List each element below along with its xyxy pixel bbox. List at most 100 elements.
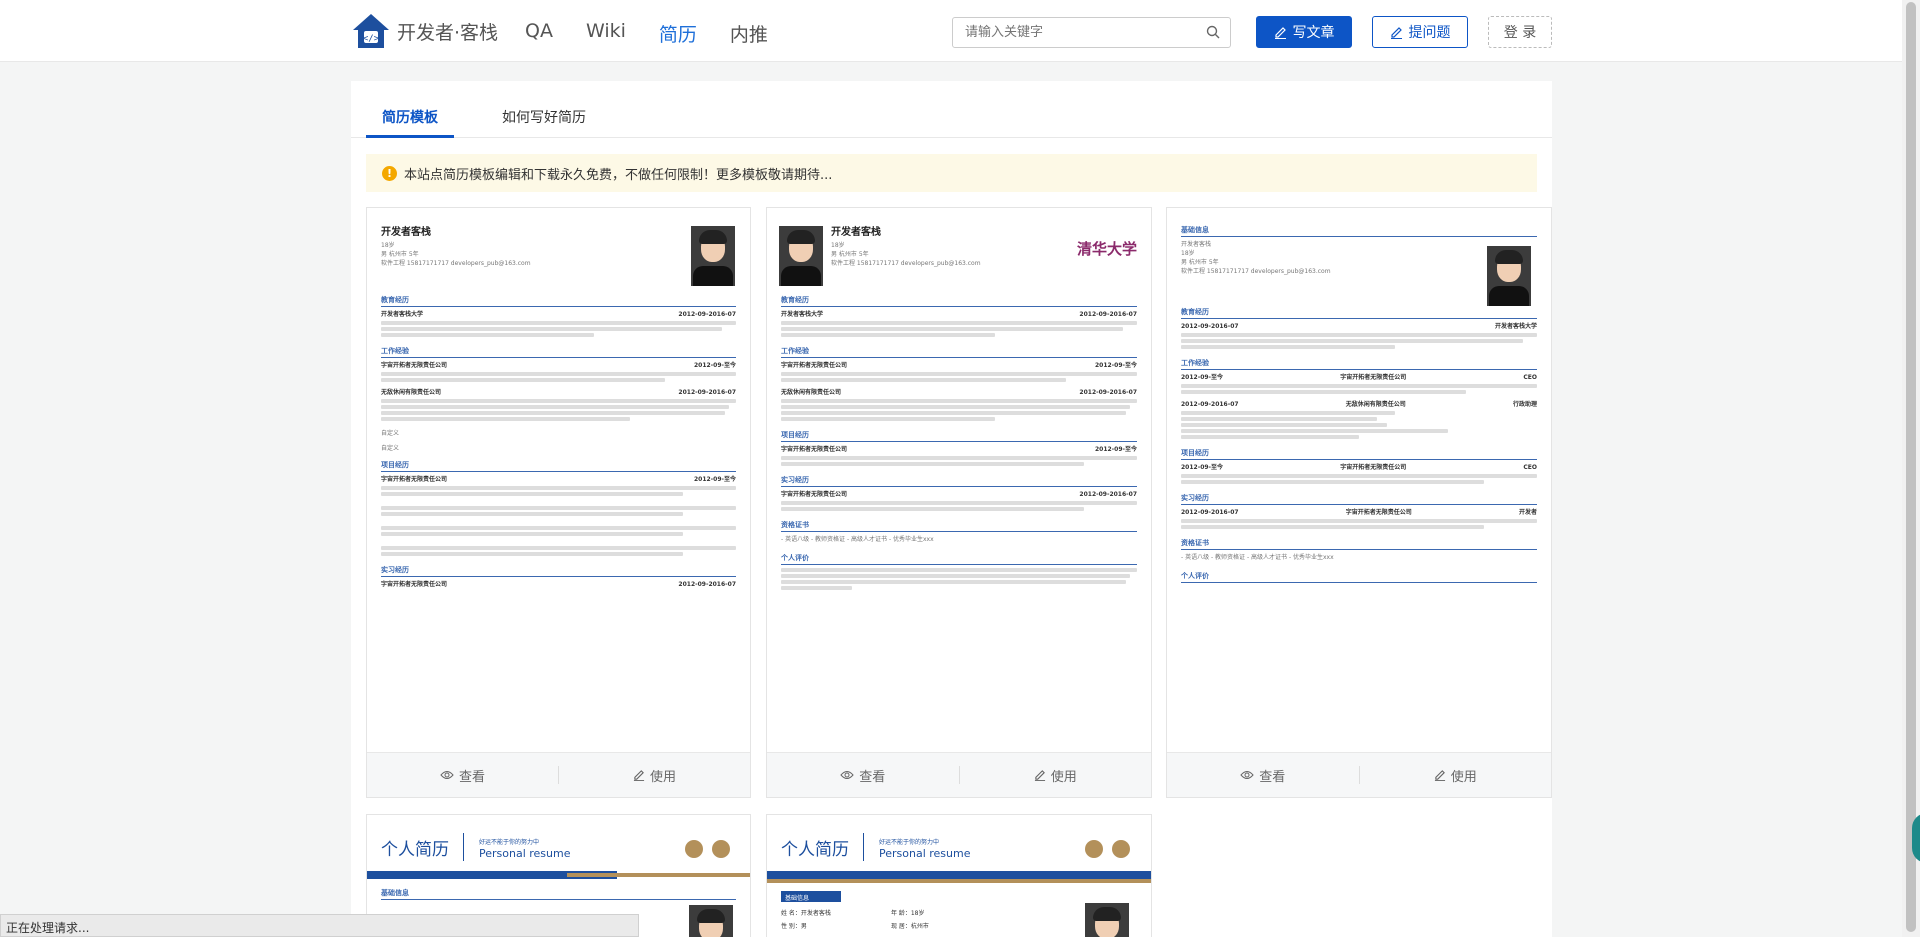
use-button[interactable]: 使用 bbox=[559, 766, 750, 785]
card-actions: 查看 使用 bbox=[1167, 752, 1551, 797]
document-icon bbox=[685, 840, 703, 858]
section-evaluation: 个人评价 bbox=[1181, 572, 1537, 583]
gender-label: 性 别： bbox=[781, 923, 801, 930]
use-button[interactable]: 使用 bbox=[1360, 766, 1552, 785]
school-date: 2012-09-2016-07 bbox=[1079, 311, 1137, 318]
custom-label: 自定义 bbox=[381, 430, 400, 437]
view-button[interactable]: 查看 bbox=[1167, 766, 1359, 785]
personal-resume-title: 个人简历 bbox=[781, 840, 849, 860]
resume-preview-1[interactable]: 开发者客栈 18岁 男 杭州市 5年 软件工程 15817171717 deve… bbox=[367, 208, 750, 752]
nav-referral[interactable]: 内推 bbox=[730, 20, 768, 47]
company-name: 字宙开拓者无限责任公司 bbox=[1340, 464, 1407, 471]
nav-wiki[interactable]: Wiki bbox=[586, 20, 626, 47]
view-label: 查看 bbox=[458, 769, 485, 785]
ask-question-label: 提问题 bbox=[1408, 25, 1451, 41]
use-label: 使用 bbox=[1450, 769, 1477, 785]
section-project: 项目经历 bbox=[781, 431, 1137, 442]
custom-label: 自定义 bbox=[381, 445, 400, 452]
active-tab-indicator bbox=[366, 135, 454, 138]
resume-name: 开发者客栈 bbox=[1181, 241, 1212, 248]
company-date: 2012-09-至今 bbox=[1181, 464, 1224, 471]
name-value: 开发者客栈 bbox=[800, 910, 831, 917]
section-education: 教育经历 bbox=[1181, 308, 1537, 319]
avatar bbox=[1085, 903, 1129, 937]
floating-help-button[interactable] bbox=[1912, 813, 1920, 863]
role: CEO bbox=[1523, 374, 1537, 381]
ask-question-button[interactable]: 提问题 bbox=[1372, 16, 1468, 48]
search-box bbox=[952, 17, 1231, 48]
company-name: 字宙开拓者无限责任公司 bbox=[381, 581, 448, 588]
company-date: 2012-09-2016-07 bbox=[678, 581, 736, 588]
personal-resume-subtitle: Personal resume bbox=[879, 847, 971, 860]
svg-text:</>: </> bbox=[363, 34, 380, 44]
school-date: 2012-09-2016-07 bbox=[678, 311, 736, 318]
company-date: 2012-09-至今 bbox=[1094, 362, 1137, 369]
company-name: 字宙开拓者无限责任公司 bbox=[1340, 374, 1407, 381]
tab-how-to-write[interactable]: 如何写好简历 bbox=[502, 107, 586, 127]
company-name: 字宙开拓者无限责任公司 bbox=[781, 362, 848, 369]
gold-band bbox=[567, 873, 750, 877]
login-button[interactable]: 登 录 bbox=[1488, 16, 1552, 48]
company-name: 字宙开拓者无限责任公司 bbox=[781, 491, 848, 498]
school-name: 开发者客栈大学 bbox=[1494, 323, 1537, 330]
company-date: 2012-09-2016-07 bbox=[1079, 491, 1137, 498]
company-name: 字宙开拓者无限责任公司 bbox=[381, 476, 448, 483]
company-date: 2012-09-2016-07 bbox=[1181, 401, 1239, 408]
top-header: </> 开发者·客栈 QA Wiki 简历 内推 写文章 提问题 登 录 bbox=[0, 0, 1902, 62]
section-work: 工作经验 bbox=[381, 347, 736, 358]
certs-text: - 英语八级 - 教师资格证 - 高级人才证书 - 优秀毕业生xxx bbox=[1181, 554, 1334, 561]
nav-qa[interactable]: QA bbox=[525, 20, 553, 47]
school-name: 开发者客栈大学 bbox=[381, 311, 424, 318]
resume-card-5: 个人简历 好运不能于你的努力中 Personal resume 基础信息 姓 名… bbox=[766, 814, 1152, 937]
eye-icon bbox=[440, 771, 454, 779]
scrollbar-thumb[interactable] bbox=[1906, 2, 1916, 932]
company-name: 字宙开拓者无限责任公司 bbox=[381, 362, 448, 369]
notice-banner: ! 本站点简历模板编辑和下载永久免费，不做任何限制！更多模板敬请期待... bbox=[366, 154, 1537, 192]
role: CEO bbox=[1523, 464, 1537, 471]
view-button[interactable]: 查看 bbox=[767, 766, 959, 785]
resume-age: 18岁 bbox=[1181, 250, 1195, 257]
avatar bbox=[691, 226, 735, 286]
search-input[interactable] bbox=[953, 18, 1193, 47]
role: 开发者 bbox=[1518, 509, 1537, 516]
eye-icon bbox=[840, 771, 854, 779]
use-button[interactable]: 使用 bbox=[960, 766, 1152, 785]
section-internship: 实习经历 bbox=[781, 476, 1137, 487]
personal-resume-subtitle: Personal resume bbox=[479, 847, 571, 860]
write-article-button[interactable]: 写文章 bbox=[1256, 16, 1352, 48]
resume-preview-2[interactable]: 开发者客栈 18岁 男 杭州市 5年 软件工程 15817171717 deve… bbox=[767, 208, 1151, 752]
resume-age: 18岁 bbox=[381, 242, 395, 249]
city-value: 杭州市 bbox=[910, 923, 929, 930]
personal-resume-title: 个人简历 bbox=[381, 840, 449, 860]
section-project: 项目经历 bbox=[1181, 449, 1537, 460]
resume-contact: 软件工程 15817171717 developers_pub@163.com bbox=[1181, 268, 1331, 275]
card-actions: 查看 使用 bbox=[767, 752, 1151, 797]
search-icon[interactable] bbox=[1206, 25, 1220, 39]
resume-contact: 软件工程 15817171717 developers_pub@163.com bbox=[381, 260, 531, 267]
view-button[interactable]: 查看 bbox=[367, 766, 558, 785]
settings-icon bbox=[712, 840, 730, 858]
edit-icon bbox=[1274, 26, 1286, 39]
tab-resume-templates[interactable]: 简历模板 bbox=[382, 107, 438, 127]
resume-preview-3[interactable]: 基础信息 开发者客栈 18岁 男 杭州市 5年 软件工程 15817171717… bbox=[1167, 208, 1551, 752]
university-logo: 清华大学 bbox=[1077, 240, 1138, 258]
house-logo-icon: </> bbox=[353, 14, 389, 48]
use-label: 使用 bbox=[1050, 769, 1077, 785]
nav-resume[interactable]: 简历 bbox=[659, 20, 697, 47]
company-name: 字宙开拓者无限责任公司 bbox=[781, 446, 848, 453]
role: 行政助理 bbox=[1512, 401, 1537, 408]
resume-preview-5[interactable]: 个人简历 好运不能于你的努力中 Personal resume 基础信息 姓 名… bbox=[767, 815, 1151, 937]
section-internship: 实习经历 bbox=[1181, 494, 1537, 505]
resume-city: 男 杭州市 5年 bbox=[381, 251, 419, 258]
resume-card-1: 开发者客栈 18岁 男 杭州市 5年 软件工程 15817171717 deve… bbox=[366, 207, 751, 798]
company-name: 无敌休闲有限责任公司 bbox=[1345, 401, 1406, 408]
site-logo[interactable]: </> 开发者·客栈 bbox=[351, 12, 498, 50]
blue-band bbox=[767, 871, 1151, 879]
company-date: 2012-09-至今 bbox=[1181, 374, 1224, 381]
resume-card-3: 基础信息 开发者客栈 18岁 男 杭州市 5年 软件工程 15817171717… bbox=[1166, 207, 1552, 798]
avatar bbox=[779, 226, 823, 286]
page-scrollbar[interactable] bbox=[1902, 0, 1920, 937]
edit-icon bbox=[1034, 770, 1045, 781]
company-name: 无敌休闲有限责任公司 bbox=[381, 389, 442, 396]
age-value: 18岁 bbox=[910, 910, 925, 917]
